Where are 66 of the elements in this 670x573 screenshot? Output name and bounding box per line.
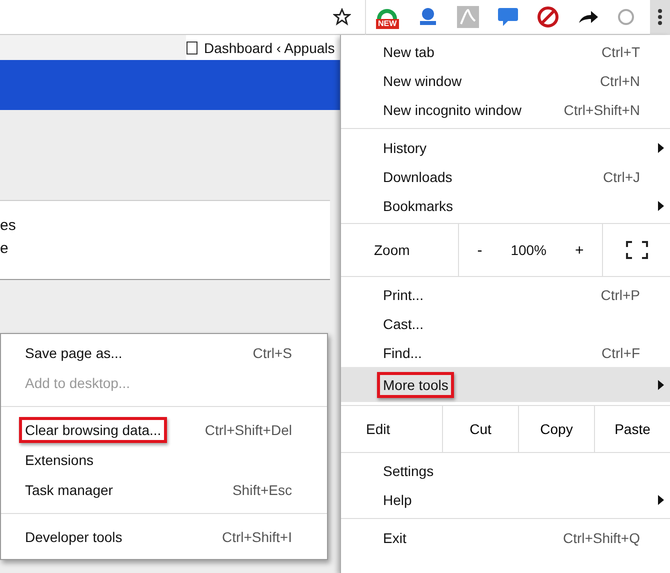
page-icon xyxy=(186,40,198,54)
menu-label: Settings xyxy=(382,462,435,481)
block-icon[interactable] xyxy=(536,6,559,28)
setting-label: e xyxy=(0,240,8,257)
menu-item[interactable]: Find... Ctrl+F xyxy=(341,338,670,367)
shortcut-text: Ctrl+T xyxy=(602,44,640,60)
shortcut-text: Ctrl+Shift+N xyxy=(564,102,640,118)
menu-label: More tools xyxy=(377,372,454,398)
menu-label: Developer tools xyxy=(24,528,124,547)
menu-item[interactable]: Save page as... Ctrl+S xyxy=(1,338,327,368)
menu-label: Add to desktop... xyxy=(24,374,132,393)
menu-label: New window xyxy=(382,72,463,90)
menu-item[interactable]: Print... Ctrl+P xyxy=(341,280,670,309)
menu-label: History xyxy=(382,138,428,158)
menu-label: Print... xyxy=(382,286,424,304)
menu-item[interactable]: Developer tools Ctrl+Shift+I xyxy=(1,522,327,552)
shortcut-text: Ctrl+Shift+Q xyxy=(562,530,640,546)
menu-icon xyxy=(657,8,663,26)
menu-item[interactable]: Downloads Ctrl+J xyxy=(341,162,670,191)
menu-item[interactable]: Clear browsing data... Ctrl+Shift+Del xyxy=(1,415,327,445)
menu-label: Task manager xyxy=(24,481,114,500)
menu-item[interactable]: Task manager Shift+Esc xyxy=(1,475,327,505)
zoom-in-button[interactable]: + xyxy=(566,238,592,262)
menu-label: Save page as... xyxy=(24,344,124,363)
shortcut-text: Ctrl+J xyxy=(603,168,640,184)
menu-label: Clear browsing data... xyxy=(19,417,168,443)
new-badge: NEW xyxy=(376,19,399,29)
menu-label: Extensions xyxy=(24,451,94,470)
menu-label: Exit xyxy=(382,528,408,548)
menu-item[interactable]: Settings xyxy=(341,456,670,485)
zoom-out-button[interactable]: - xyxy=(469,238,490,262)
menu-item[interactable]: Exit Ctrl+Shift+Q xyxy=(341,523,670,552)
menu-item[interactable]: More tools xyxy=(341,367,670,402)
shortcut-text: Ctrl+Shift+I xyxy=(222,529,292,545)
menu-item[interactable]: History xyxy=(341,133,670,162)
shortcut-text: Ctrl+Shift+Del xyxy=(204,422,292,438)
menu-item[interactable]: Help xyxy=(341,485,670,514)
menu-label: Cast... xyxy=(382,314,424,334)
chat-icon[interactable] xyxy=(496,7,519,27)
menu-label: Downloads xyxy=(382,168,454,186)
shortcut-text: Ctrl+N xyxy=(600,72,640,88)
menu-label: New tab xyxy=(382,42,436,62)
menu-label: Find... xyxy=(382,344,423,362)
fullscreen-icon xyxy=(626,241,648,259)
arrow-icon[interactable] xyxy=(576,9,599,25)
browser-tab[interactable]: Dashboard ‹ Appuals xyxy=(186,35,340,60)
star-icon[interactable] xyxy=(333,8,351,26)
menu-item[interactable]: New tab Ctrl+T xyxy=(341,37,670,66)
shortcut-text: Ctrl+F xyxy=(602,344,640,360)
menu-label: New incognito window xyxy=(382,100,523,120)
shortcut-text: Ctrl+S xyxy=(252,345,292,361)
shortcut-text: Shift+Esc xyxy=(232,482,292,498)
menu-item[interactable]: New window Ctrl+N xyxy=(341,66,670,95)
menu-item[interactable]: New incognito window Ctrl+Shift+N xyxy=(341,95,670,124)
menu-item[interactable]: Bookmarks xyxy=(341,191,670,220)
setting-label: es xyxy=(0,217,16,234)
menu-item[interactable]: Cast... xyxy=(341,309,670,338)
zoom-level: 100% xyxy=(510,242,547,258)
shortcut-text: Ctrl+P xyxy=(600,286,640,302)
edit-button[interactable]: Paste xyxy=(594,406,670,452)
menu-label: Bookmarks xyxy=(382,196,454,216)
menu-item[interactable]: Extensions xyxy=(1,445,327,475)
menu-button[interactable] xyxy=(650,0,670,34)
menu-label: Help xyxy=(382,490,413,510)
edit-label: Edit xyxy=(365,420,392,439)
zoom-label: Zoom xyxy=(373,241,411,260)
